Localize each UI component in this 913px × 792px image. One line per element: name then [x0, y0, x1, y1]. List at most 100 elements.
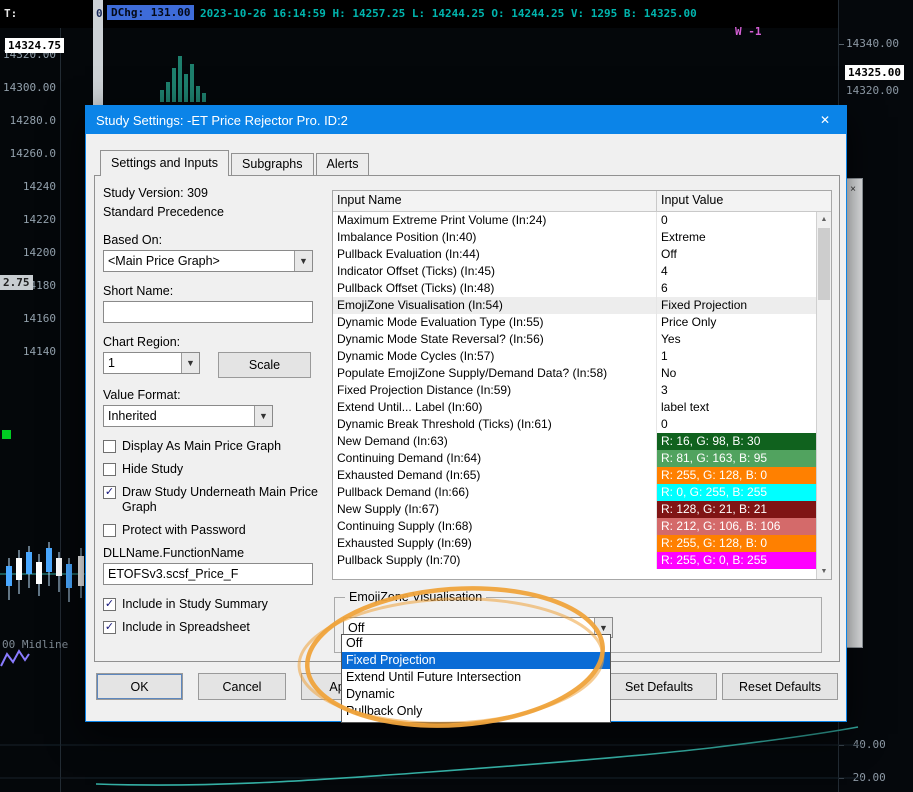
- checkbox-box[interactable]: ✓: [103, 598, 116, 611]
- table-row[interactable]: Dynamic Mode Cycles (In:57) 1: [333, 348, 816, 365]
- ok-button[interactable]: OK: [96, 673, 183, 700]
- left-price-scale[interactable]: 14324.75 14320.00 14300.00 14280.0 14260.0 1…: [0, 28, 64, 792]
- table-row[interactable]: Exhausted Demand (In:65) R: 255, G: 128,…: [333, 467, 816, 484]
- input-value-cell: 0: [661, 213, 668, 227]
- checkbox[interactable]: ✓ Include in Study Summary: [103, 597, 328, 612]
- input-name-cell: Pullback Demand (In:66): [333, 484, 657, 501]
- chevron-down-icon[interactable]: ▼: [254, 406, 272, 426]
- table-row[interactable]: Pullback Supply (In:70) R: 255, G: 0, B:…: [333, 552, 816, 569]
- table-row[interactable]: Dynamic Mode Evaluation Type (In:55) Pri…: [333, 314, 816, 331]
- column-header-input-value[interactable]: Input Value: [657, 191, 831, 211]
- value-format-select[interactable]: Inherited ▼: [103, 405, 273, 427]
- input-value-cell: 4: [661, 264, 668, 278]
- input-value-cell: Yes: [661, 332, 681, 346]
- checkbox-box[interactable]: ✓: [103, 621, 116, 634]
- close-button[interactable]: ✕: [804, 106, 846, 134]
- price-label: 14220: [22, 213, 56, 226]
- price-label: 14280.0: [9, 114, 56, 127]
- table-row[interactable]: Exhausted Supply (In:69) R: 255, G: 128,…: [333, 535, 816, 552]
- checkbox[interactable]: ✓ Include in Spreadsheet: [103, 620, 328, 635]
- table-row[interactable]: Pullback Evaluation (In:44) Off: [333, 246, 816, 263]
- set-defaults-button[interactable]: Set Defaults: [601, 673, 717, 700]
- table-row[interactable]: Extend Until... Label (In:60) label text: [333, 399, 816, 416]
- table-row[interactable]: New Supply (In:67) R: 128, G: 21, B: 21: [333, 501, 816, 518]
- table-row[interactable]: Imbalance Position (In:40) Extreme: [333, 229, 816, 246]
- checkbox[interactable]: Hide Study: [103, 462, 328, 477]
- tool-label: T:: [4, 7, 18, 20]
- checkbox-label: Protect with Password: [122, 523, 246, 537]
- checkbox[interactable]: ✓ Draw Study Underneath Main Price Graph: [103, 485, 328, 515]
- checkbox-box[interactable]: [103, 440, 116, 453]
- input-name-cell: Extend Until... Label (In:60): [333, 399, 657, 416]
- dropdown-option[interactable]: Pullback Only: [342, 703, 610, 720]
- checkbox-box[interactable]: ✓: [103, 486, 116, 499]
- dropdown-option[interactable]: Extend Until Future Intersection: [342, 669, 610, 686]
- table-row[interactable]: Continuing Supply (In:68) R: 212, G: 106…: [333, 518, 816, 535]
- short-name-input[interactable]: [103, 301, 313, 323]
- input-value-cell: Extreme: [661, 230, 706, 244]
- price-label: 14300.00: [3, 81, 56, 94]
- table-row[interactable]: EmojiZone Visualisation (In:54) Fixed Pr…: [333, 297, 816, 314]
- input-value-cell: R: 255, G: 0, B: 255: [657, 552, 816, 569]
- checkbox-group-bottom: ✓ Include in Study Summary ✓ Include in …: [103, 597, 328, 635]
- tab[interactable]: Alerts: [315, 153, 370, 175]
- left-settings-column: Study Version: 309 Standard Precedence B…: [103, 186, 328, 643]
- indicator-zigzag: [0, 649, 30, 667]
- table-row[interactable]: Maximum Extreme Print Volume (In:24) 0: [333, 212, 816, 229]
- table-row[interactable]: Fixed Projection Distance (In:59) 3: [333, 382, 816, 399]
- chevron-down-icon[interactable]: ▼: [181, 353, 199, 373]
- checkbox-box[interactable]: [103, 524, 116, 537]
- settings-tab-page: Study Version: 309 Standard Precedence B…: [94, 175, 840, 662]
- table-row[interactable]: Dynamic Mode State Reversal? (In:56) Yes: [333, 331, 816, 348]
- input-name-cell: Exhausted Supply (In:69): [333, 535, 657, 552]
- table-row[interactable]: Pullback Demand (In:66) R: 0, G: 255, B:…: [333, 484, 816, 501]
- input-name-cell: Pullback Offset (Ticks) (In:48): [333, 280, 657, 297]
- input-name-cell: Indicator Offset (Ticks) (In:45): [333, 263, 657, 280]
- table-body: Maximum Extreme Print Volume (In:24) 0 I…: [333, 212, 816, 579]
- checkbox[interactable]: Protect with Password: [103, 523, 328, 538]
- dll-name-label: DLLName.FunctionName: [103, 546, 245, 560]
- table-row[interactable]: New Demand (In:63) R: 16, G: 98, B: 30: [333, 433, 816, 450]
- scroll-down-icon[interactable]: ▼: [817, 564, 831, 579]
- volume-histogram: [160, 56, 206, 102]
- input-value-cell: R: 81, G: 163, B: 95: [657, 450, 816, 467]
- based-on-select[interactable]: <Main Price Graph> ▼: [103, 250, 313, 272]
- input-name-cell: Pullback Supply (In:70): [333, 552, 657, 569]
- dll-name-input[interactable]: ETOFSv3.scsf_Price_F: [103, 563, 313, 585]
- scale-button[interactable]: Scale: [218, 352, 311, 378]
- input-name-cell: Dynamic Mode State Reversal? (In:56): [333, 331, 657, 348]
- checkbox-label: Hide Study: [122, 462, 184, 476]
- input-name-cell: Exhausted Demand (In:65): [333, 467, 657, 484]
- cancel-button[interactable]: Cancel: [198, 673, 286, 700]
- table-row[interactable]: Populate EmojiZone Supply/Demand Data? (…: [333, 365, 816, 382]
- top-bar-prefix-value: 0: [96, 7, 103, 20]
- dialog-title-bar[interactable]: Study Settings: -ET Price Rejector Pro. …: [86, 106, 846, 134]
- input-name-cell: Populate EmojiZone Supply/Demand Data? (…: [333, 365, 657, 382]
- column-header-input-name[interactable]: Input Name: [333, 191, 657, 211]
- dropdown-option[interactable]: Off: [342, 635, 610, 652]
- scrollbar-thumb[interactable]: [818, 228, 830, 300]
- chevron-down-icon[interactable]: ▼: [294, 251, 312, 271]
- table-row[interactable]: Dynamic Break Threshold (Ticks) (In:61) …: [333, 416, 816, 433]
- checkbox-label: Include in Study Summary: [122, 597, 268, 611]
- week-label: W -1: [735, 25, 762, 38]
- short-name-label: Short Name:: [103, 284, 174, 298]
- group-box-label: EmojiZone Visualisation: [345, 590, 487, 604]
- input-value-cell: 6: [661, 281, 668, 295]
- checkbox-box[interactable]: [103, 463, 116, 476]
- tab[interactable]: Settings and Inputs: [100, 150, 230, 176]
- dropdown-option[interactable]: Dynamic: [342, 686, 610, 703]
- tab-label: Settings and Inputs: [111, 156, 219, 170]
- tab[interactable]: Subgraphs: [231, 153, 314, 175]
- table-row[interactable]: Continuing Demand (In:64) R: 81, G: 163,…: [333, 450, 816, 467]
- checkbox[interactable]: Display As Main Price Graph: [103, 439, 328, 454]
- chart-region-select[interactable]: 1 ▼: [103, 352, 200, 374]
- input-value-cell: 0: [661, 417, 668, 431]
- study-version: Study Version: 309: [103, 186, 208, 200]
- scroll-up-icon[interactable]: ▲: [817, 212, 831, 227]
- table-row[interactable]: Pullback Offset (Ticks) (In:48) 6: [333, 280, 816, 297]
- table-row[interactable]: Indicator Offset (Ticks) (In:45) 4: [333, 263, 816, 280]
- table-scrollbar[interactable]: ▲ ▼: [816, 212, 831, 579]
- reset-defaults-button[interactable]: Reset Defaults: [722, 673, 838, 700]
- dropdown-option[interactable]: Fixed Projection: [342, 652, 610, 669]
